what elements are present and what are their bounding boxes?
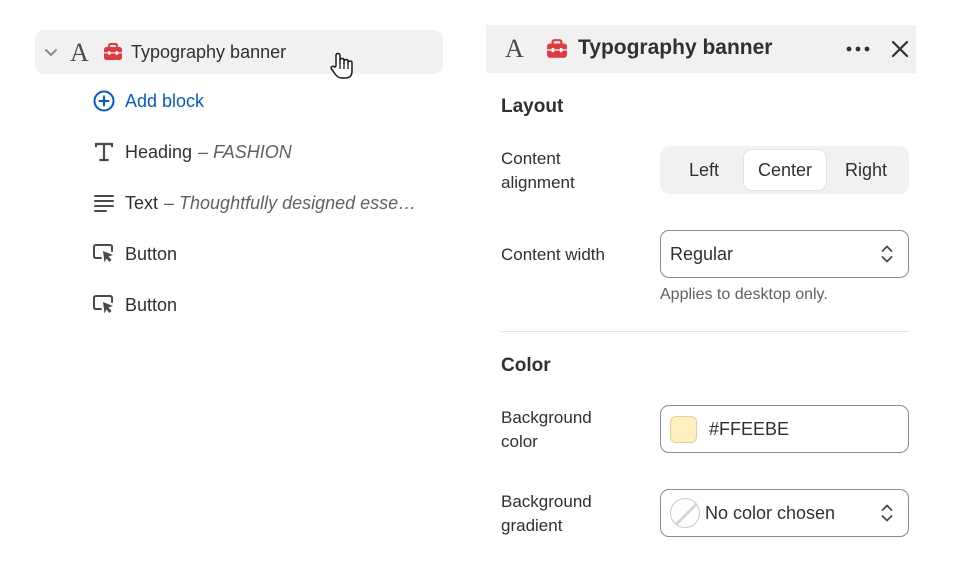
tree-item-label: Text bbox=[125, 192, 159, 213]
svg-text:A: A bbox=[505, 35, 524, 61]
typography-icon: A bbox=[69, 39, 93, 65]
tree-item-heading[interactable]: Heading – FASHION bbox=[92, 138, 292, 166]
select-updown-icon bbox=[880, 243, 894, 265]
tree-item-label: Button bbox=[125, 243, 178, 264]
alignment-right-option[interactable]: Right bbox=[826, 150, 906, 190]
background-color-value: #FFEEBE bbox=[709, 418, 790, 439]
background-color-label: Background color bbox=[501, 408, 592, 451]
alignment-left-option[interactable]: Left bbox=[664, 150, 744, 190]
ellipsis-icon bbox=[846, 46, 870, 52]
close-button[interactable] bbox=[888, 37, 912, 61]
tree-item-preview: – Thoughtfully designed esse… bbox=[164, 192, 417, 213]
content-width-select[interactable]: Regular bbox=[660, 230, 909, 278]
add-block-button[interactable]: Add block bbox=[92, 87, 204, 115]
panel-header: A Typography banner bbox=[486, 25, 916, 73]
panel-title: Typography banner bbox=[578, 36, 773, 59]
tree-item-preview: – FASHION bbox=[198, 141, 292, 162]
tree-item-text[interactable]: Text – Thoughtfully designed esse… bbox=[92, 189, 437, 217]
paragraph-lines-icon bbox=[92, 191, 116, 215]
alignment-center-option[interactable]: Center bbox=[744, 150, 826, 190]
background-color-field[interactable]: #FFEEBE bbox=[660, 405, 909, 453]
more-actions-button[interactable] bbox=[844, 37, 872, 61]
content-alignment-label: Content alignment bbox=[501, 149, 575, 192]
section-tree: A Typography banner Add block Heading – … bbox=[0, 0, 470, 587]
typography-icon: A bbox=[504, 35, 528, 61]
svg-text:A: A bbox=[70, 39, 89, 65]
background-gradient-label: Background gradient bbox=[501, 492, 592, 535]
plus-circle-icon bbox=[92, 89, 116, 113]
tree-item-typography-banner[interactable]: A Typography banner bbox=[35, 30, 443, 74]
close-icon bbox=[891, 40, 909, 58]
text-type-icon bbox=[92, 140, 116, 164]
no-color-swatch-icon bbox=[670, 498, 700, 528]
hand-pointer-cursor-icon bbox=[326, 50, 358, 82]
toolbox-icon bbox=[546, 39, 567, 58]
section-title-layout: Layout bbox=[501, 96, 564, 117]
button-cursor-icon bbox=[92, 242, 116, 266]
background-gradient-select[interactable]: No color chosen bbox=[660, 489, 909, 537]
chevron-down-icon[interactable] bbox=[42, 43, 60, 61]
section-divider bbox=[501, 331, 909, 332]
settings-panel: A Typography banner Layout Content align… bbox=[486, 25, 916, 587]
tree-item-label: Button bbox=[125, 294, 178, 315]
add-block-label: Add block bbox=[125, 90, 205, 111]
select-updown-icon bbox=[880, 502, 894, 524]
content-width-help: Applies to desktop only. bbox=[660, 286, 828, 303]
tree-item-button[interactable]: Button bbox=[92, 291, 177, 319]
content-width-value: Regular bbox=[670, 243, 734, 264]
content-alignment-segmented: Left Center Right bbox=[660, 146, 909, 194]
content-width-label: Content width bbox=[501, 245, 605, 264]
color-swatch[interactable] bbox=[670, 415, 697, 443]
tree-item-label: Typography banner bbox=[131, 42, 287, 62]
background-gradient-value: No color chosen bbox=[705, 502, 836, 523]
tree-item-label: Heading bbox=[125, 141, 193, 162]
section-title-color: Color bbox=[501, 355, 551, 376]
tree-item-button[interactable]: Button bbox=[92, 240, 177, 268]
toolbox-icon bbox=[103, 43, 123, 61]
button-cursor-icon bbox=[92, 293, 116, 317]
